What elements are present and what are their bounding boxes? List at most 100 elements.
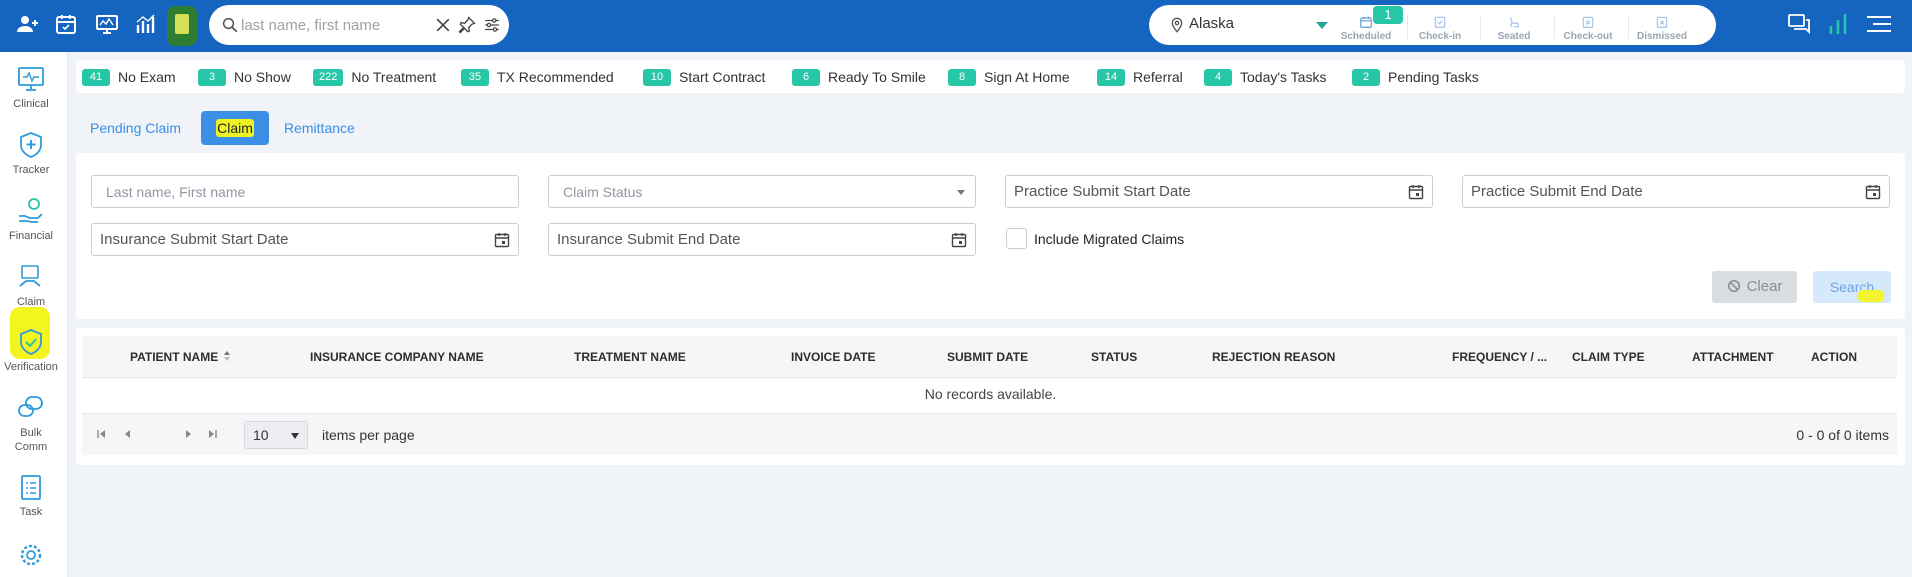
sidebar-item-tracker[interactable]: Tracker (0, 130, 62, 177)
sidebar-item-verification[interactable]: Verification (0, 327, 62, 374)
sort-icon[interactable] (223, 350, 231, 362)
claim-status-input[interactable] (549, 176, 975, 207)
counter-pending-tasks[interactable]: 2 Pending Tasks (1352, 68, 1479, 86)
column-header-claim-type[interactable]: CLAIM TYPE (1572, 350, 1645, 364)
sidebar-item-clinical[interactable]: Clinical (0, 64, 62, 111)
column-header-rejection-reason[interactable]: REJECTION REASON (1212, 350, 1335, 364)
counter-label: Referral (1133, 69, 1183, 85)
calendar-icon[interactable] (494, 232, 510, 248)
page-size-select[interactable]: 10 (244, 421, 308, 449)
sidebar-item-settings[interactable] (0, 540, 62, 570)
shield-cross-icon (20, 132, 42, 158)
sidebar-item-label: Financial (8, 230, 54, 242)
monitor-icon[interactable] (94, 11, 120, 37)
calendar-icon[interactable] (951, 232, 967, 248)
column-header-patient-name[interactable]: PATIENT NAME (130, 350, 218, 364)
search-button-highlight (1858, 290, 1884, 302)
counter-tx-recommended[interactable]: 35 TX Recommended (461, 68, 614, 86)
signal-bars-icon[interactable] (1827, 12, 1849, 36)
chevron-down-icon[interactable] (1316, 22, 1328, 29)
patient-search-input[interactable] (241, 13, 431, 37)
previous-page-icon[interactable] (122, 428, 134, 440)
count-badge: 3 (198, 68, 226, 86)
count-badge: 6 (792, 68, 820, 86)
location-status-bar: Alaska Scheduled Check-in Seated Check-o… (1149, 5, 1716, 45)
tab-pending-claim[interactable]: Pending Claim (80, 111, 191, 145)
first-page-icon[interactable] (96, 428, 108, 440)
status-label: Dismissed (1636, 31, 1688, 42)
claim-icon (19, 265, 41, 287)
pin-icon[interactable] (457, 15, 477, 35)
tab-claim-label[interactable]: Claim (201, 111, 269, 145)
column-header-status[interactable]: STATUS (1091, 350, 1137, 364)
counter-todays-tasks[interactable]: 4 Today's Tasks (1204, 68, 1326, 86)
filter-sliders-icon[interactable] (483, 15, 501, 35)
sidebar-item-financial[interactable]: Financial (0, 196, 62, 243)
counter-no-exam[interactable]: 41 No Exam (82, 68, 176, 86)
column-header-submit-date[interactable]: SUBMIT DATE (947, 350, 1028, 364)
calendar-icon (1360, 16, 1372, 28)
practice-start-date-wrapper (1005, 175, 1433, 208)
reports-chart-icon[interactable] (133, 11, 159, 37)
column-header-invoice-date[interactable]: INVOICE DATE (791, 350, 875, 364)
status-dismissed[interactable]: Dismissed (1627, 11, 1697, 42)
sidebar: Clinical Tracker Financial Claim Verific… (0, 52, 68, 577)
counter-no-show[interactable]: 3 No Show (198, 68, 291, 86)
claim-shortcut-highlight (175, 14, 189, 34)
calendar-icon[interactable] (1408, 184, 1424, 200)
chevron-down-icon (957, 190, 965, 195)
patient-name-input[interactable] (92, 176, 518, 207)
search-icon (222, 17, 238, 33)
page-size-value: 10 (253, 427, 269, 443)
status-check-in[interactable]: Check-in (1405, 11, 1475, 42)
next-page-icon[interactable] (182, 428, 194, 440)
insurance-start-date-wrapper (91, 223, 519, 256)
counter-start-contract[interactable]: 10 Start Contract (643, 68, 765, 86)
chat-icon[interactable] (1787, 13, 1811, 35)
status-check-out[interactable]: Check-out (1553, 11, 1623, 42)
sidebar-item-label: Clinical (13, 98, 49, 110)
sidebar-item-task[interactable]: Task (0, 472, 62, 519)
tab-remittance[interactable]: Remittance (274, 111, 365, 145)
sidebar-item-label: Claim (16, 296, 46, 308)
clear-search-icon[interactable] (433, 15, 453, 35)
column-header-insurance-company[interactable]: INSURANCE COMPANY NAME (310, 350, 484, 364)
name-field-wrapper (91, 175, 519, 208)
scheduled-count-badge: 1 (1373, 6, 1403, 24)
counter-sign-at-home[interactable]: 8 Sign At Home (948, 68, 1070, 86)
counter-no-treatment[interactable]: 222 No Treatment (313, 68, 436, 86)
claim-status-select[interactable] (548, 175, 976, 208)
column-header-treatment-name[interactable]: TREATMENT NAME (574, 350, 686, 364)
sidebar-item-label: Verification (4, 361, 58, 373)
sidebar-item-claim[interactable]: Claim (0, 262, 62, 309)
insurance-submit-end-date-input[interactable] (549, 224, 975, 255)
count-badge: 8 (948, 68, 976, 86)
counter-referral[interactable]: 14 Referral (1097, 68, 1183, 86)
dental-chair-icon (1509, 17, 1520, 28)
add-patient-icon[interactable] (15, 11, 41, 37)
counter-ready-to-smile[interactable]: 6 Ready To Smile (792, 68, 926, 86)
calendar-icon[interactable] (1865, 184, 1881, 200)
location-select[interactable]: Alaska (1189, 15, 1234, 32)
calendar-icon[interactable] (53, 11, 79, 37)
last-page-icon[interactable] (206, 428, 218, 440)
practice-end-date-wrapper (1462, 175, 1890, 208)
sidebar-item-bulk-comm[interactable]: Bulk Comm (0, 393, 62, 454)
column-header-action[interactable]: ACTION (1811, 350, 1857, 364)
insurance-submit-start-date-input[interactable] (92, 224, 518, 255)
clear-button[interactable]: Clear (1712, 271, 1797, 303)
column-header-attachment[interactable]: ATTACHMENT (1692, 350, 1774, 364)
column-header-frequency[interactable]: FREQUENCY / ... (1452, 350, 1547, 364)
practice-submit-end-date-input[interactable] (1463, 176, 1889, 207)
claims-grid: PATIENT NAME INSURANCE COMPANY NAME TREA… (76, 328, 1905, 465)
counter-label: Pending Tasks (1388, 69, 1479, 85)
practice-submit-start-date-input[interactable] (1006, 176, 1432, 207)
counter-label: No Treatment (351, 69, 437, 85)
ban-icon (1727, 279, 1740, 293)
gear-icon (20, 544, 42, 566)
chat-bubbles-icon (18, 396, 43, 417)
status-seated[interactable]: Seated (1479, 11, 1549, 42)
status-label: Check-in (1418, 31, 1462, 42)
include-migrated-checkbox[interactable] (1006, 228, 1027, 249)
hamburger-menu-icon[interactable] (1865, 14, 1893, 34)
